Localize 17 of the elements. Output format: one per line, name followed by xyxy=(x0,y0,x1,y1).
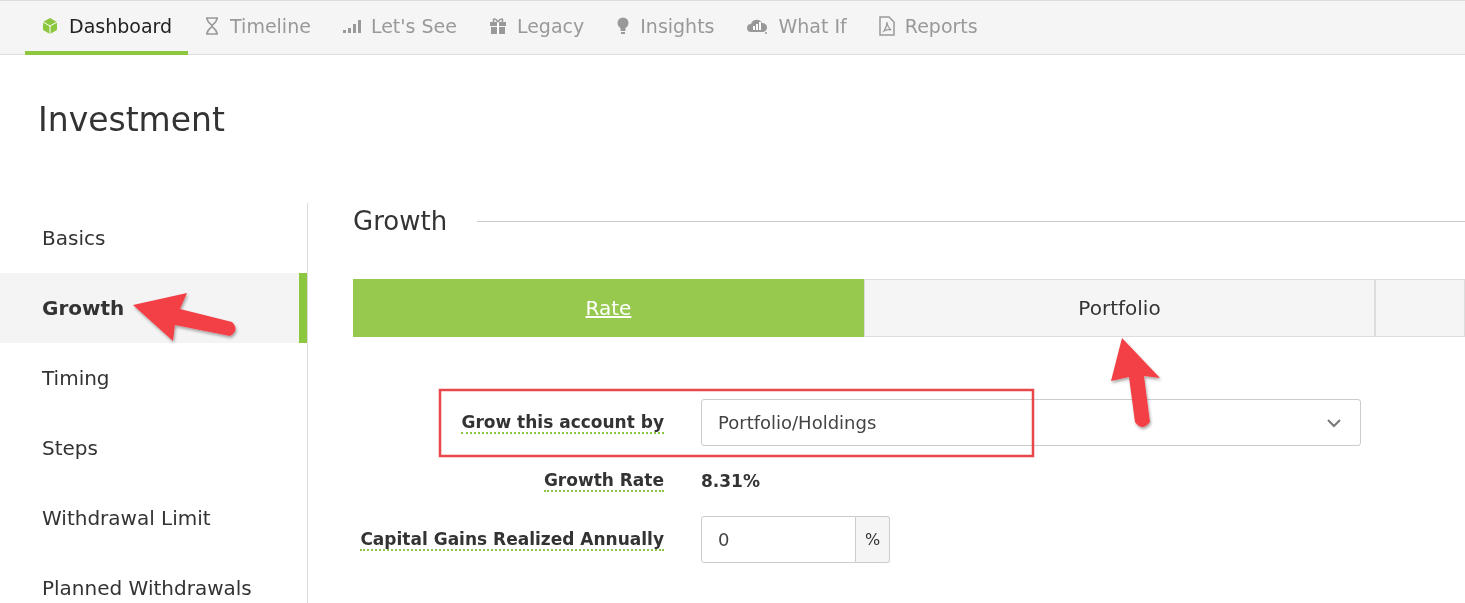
sidebar-item[interactable]: Withdrawal Limit xyxy=(0,483,307,553)
capital-gains-field[interactable]: 0 xyxy=(701,516,856,563)
field-label: Capital Gains Realized Annually xyxy=(360,528,664,551)
section-title: Growth xyxy=(353,206,448,236)
sidebar-item[interactable]: Basics xyxy=(0,203,307,273)
sidebar-item[interactable]: Steps xyxy=(0,413,307,483)
field-label: Grow this account by xyxy=(461,411,664,434)
percent-addon: % xyxy=(856,516,890,563)
field-label: Growth Rate xyxy=(543,470,664,492)
page-title: Investment xyxy=(38,100,226,141)
nav-tab[interactable]: Dashboard xyxy=(25,1,189,55)
sidebar-item[interactable]: Growth xyxy=(0,273,307,343)
sidebar-item[interactable]: Timing xyxy=(0,343,307,413)
segment-tab[interactable]: Portfolio xyxy=(864,279,1375,337)
growth-rate-value: 8.31% xyxy=(701,470,760,493)
sidebar-item[interactable]: Planned Withdrawals xyxy=(0,553,307,603)
grow-by-dropdown[interactable]: Portfolio/Holdings xyxy=(701,399,1361,446)
